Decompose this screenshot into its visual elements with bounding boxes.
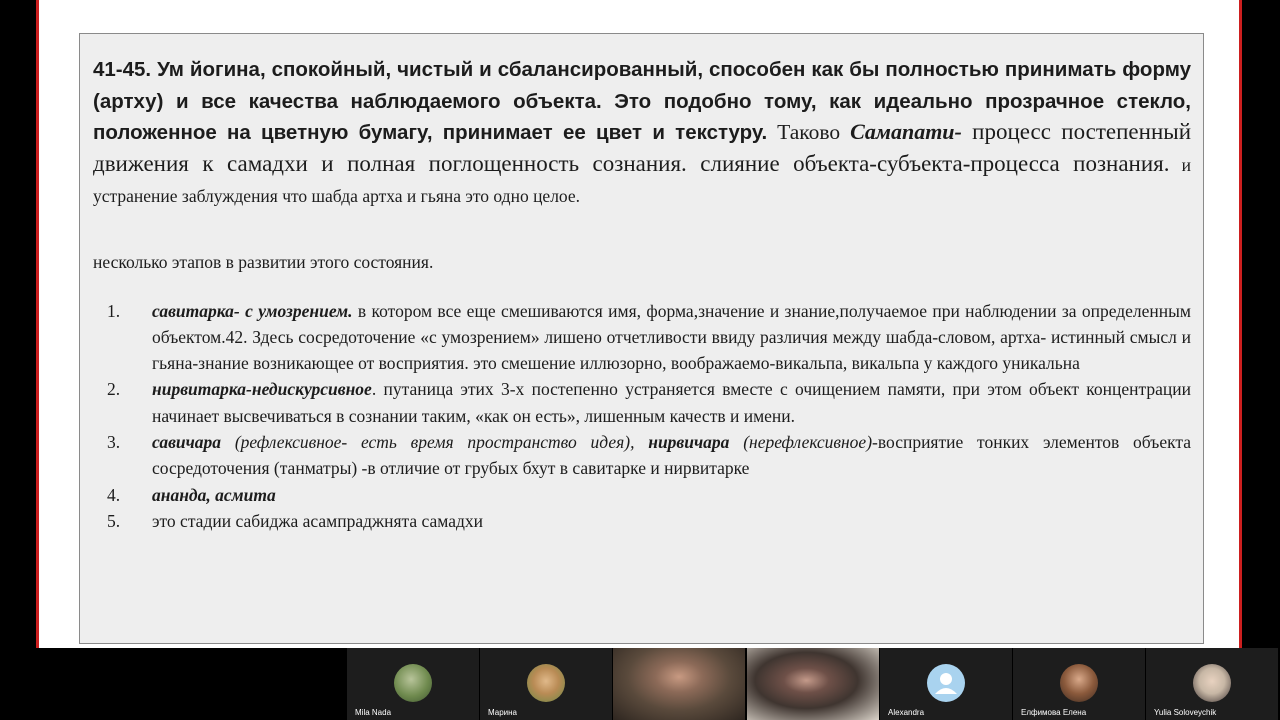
avatar [1193, 664, 1231, 702]
stage-number: 5. [107, 510, 121, 531]
stage-number: 2. [107, 379, 121, 400]
stage-term-2: нирвичара [648, 431, 730, 452]
participant-name: Елфимова Елена [1021, 708, 1087, 717]
default-avatar-icon [927, 664, 965, 702]
stage-term: савитарка- с умозрением. [152, 300, 353, 321]
stages-intro: несколько этапов в развитии этого состоя… [93, 251, 434, 272]
avatar [394, 664, 432, 702]
participant-tile[interactable]: Елфимова Елена [1013, 648, 1145, 720]
shared-screen: 41-45. Ум йогина, спокойный, чистый и сб… [0, 0, 1280, 648]
participant-tile[interactable]: Марина [480, 648, 612, 720]
participant-tile[interactable]: Mila Nada [347, 648, 479, 720]
participant-video [613, 648, 745, 720]
stage-note-2: (нерефлексивное) [729, 431, 873, 452]
stage-term: нирвитарка-недискурсивное [152, 379, 372, 400]
participant-strip: Mila Nada Марина Alexandra Елфимова Елен… [0, 648, 1280, 720]
presentation-slide: 41-45. Ум йогина, спокойный, чистый и сб… [36, 0, 1242, 648]
person-icon [935, 673, 957, 694]
participant-name: Alexandra [888, 708, 925, 717]
participant-name: Yulia Soloveychik [1154, 708, 1217, 717]
stages-list: 1. савитарка- с умозрением. в котором все… [93, 298, 1191, 535]
stage-item: 3. савичара (рефлексивное- есть время про… [93, 429, 1191, 482]
stage-term: ананда, асмита [152, 484, 276, 505]
stage-item: 4. ананда, асмита [93, 482, 1191, 508]
participant-tile[interactable] [613, 648, 745, 720]
stage-item: 2. нирвитарка-недискурсивное. путаница эт… [93, 376, 1191, 429]
slide-text-box: 41-45. Ум йогина, спокойный, чистый и сб… [79, 33, 1204, 644]
avatar [527, 664, 565, 702]
stage-number: 3. [107, 431, 121, 452]
participant-video [747, 648, 879, 720]
participant-tile[interactable] [747, 648, 879, 720]
participant-tile[interactable]: Yulia Soloveychik [1146, 648, 1278, 720]
stage-item: 5. это стадии сабиджа асампраджнята самад… [93, 508, 1191, 534]
participant-name: Марина [488, 708, 517, 717]
participant-name: Mila Nada [355, 708, 392, 717]
avatar [1060, 664, 1098, 702]
stage-term: савичара [152, 431, 222, 452]
stage-item: 1. савитарка- с умозрением. в котором все… [93, 298, 1191, 377]
stage-description: это стадии сабиджа асампраджнята самадхи [152, 510, 483, 531]
stage-number: 1. [107, 300, 121, 321]
stage-note: (рефлексивное- есть время пространство и… [221, 431, 649, 452]
participant-tile[interactable]: Alexandra [880, 648, 1012, 720]
sutra-paragraph: 41-45. Ум йогина, спокойный, чистый и сб… [93, 54, 1191, 212]
stage-number: 4. [107, 484, 121, 505]
samapati-term: Самапати- [850, 119, 962, 144]
sutra-text-1: Таково [767, 120, 851, 144]
